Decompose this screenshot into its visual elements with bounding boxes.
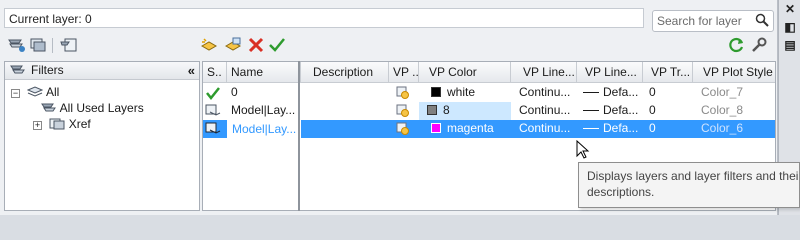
lineweight-sample [583, 128, 599, 129]
layer-name[interactable]: Model|Lay... [227, 102, 301, 120]
color-swatch [427, 105, 437, 115]
color-swatch [431, 123, 441, 133]
vp-lineweight: Defa... [603, 85, 639, 99]
collapse-toggle-icon[interactable]: − [11, 89, 20, 98]
vp-lineweight: Defa... [603, 121, 639, 135]
vp-freeze-sun-icon[interactable] [396, 104, 410, 118]
new-vp-frozen-layer-icon[interactable] [224, 37, 242, 53]
layer-description[interactable] [301, 102, 389, 120]
layer-status-icon [205, 122, 221, 134]
vp-color-name: magenta [447, 121, 494, 135]
filter-icon [10, 65, 25, 74]
current-layer-check-icon [206, 87, 220, 100]
color-swatch [431, 87, 441, 97]
expand-toggle-icon[interactable]: + [33, 121, 42, 130]
vp-color-name: 8 [443, 103, 450, 117]
vp-transparency[interactable]: 0 [643, 102, 693, 120]
new-group-filter-icon[interactable] [30, 37, 48, 53]
vp-color-cell[interactable]: 8 [419, 102, 511, 120]
filter-icon [41, 103, 56, 112]
filters-tree-pane: Filters « − All All Used Layers + Xref [4, 61, 200, 211]
column-header-vp-transparency[interactable]: VP Tr... [643, 62, 693, 83]
column-header-name[interactable]: Name [227, 62, 301, 83]
vp-linetype[interactable]: Continu... [515, 102, 577, 120]
tree-item-label: All Used Layers [59, 101, 144, 115]
vp-color-name: white [447, 85, 476, 99]
layers-stack-icon [27, 86, 44, 97]
layer-description[interactable] [301, 84, 389, 102]
layer-states-manager-icon[interactable] [60, 37, 78, 53]
vp-lineweight-cell[interactable]: Defa... [577, 102, 643, 120]
tooltip-line-2: descriptions. [587, 185, 655, 199]
column-splitter[interactable] [298, 61, 300, 211]
vp-freeze-sun-icon[interactable] [396, 86, 410, 100]
column-header-vp-lineweight[interactable]: VP Line... [577, 62, 643, 83]
refresh-icon[interactable] [728, 37, 746, 53]
tooltip: Displays layers and layer filters and th… [578, 162, 800, 208]
vp-linetype[interactable]: Continu... [515, 84, 577, 102]
close-icon[interactable]: ✕ [783, 2, 797, 16]
vp-transparency[interactable]: 0 [643, 120, 693, 138]
tree-item-all-used-layers[interactable]: All Used Layers [41, 100, 144, 116]
filters-title: Filters [31, 63, 64, 77]
set-current-icon[interactable] [268, 37, 286, 53]
settings-wrench-icon[interactable] [750, 37, 768, 53]
tree-item-all[interactable]: − All [11, 84, 59, 100]
vp-freeze-sun-icon[interactable] [396, 122, 410, 136]
tree-item-label: Xref [68, 117, 91, 131]
vp-color-cell[interactable]: white [427, 84, 511, 102]
filters-header: Filters « [5, 62, 199, 80]
toolbar-divider [52, 38, 53, 53]
vp-lineweight-cell[interactable]: Defa... [577, 120, 643, 138]
layer-status-icon [205, 104, 221, 116]
vp-lineweight-cell[interactable]: Defa... [577, 84, 643, 102]
table-row[interactable]: Model|Lay... 8 Continu... Defa... 0 Colo… [203, 102, 775, 120]
column-header-vp-color[interactable]: VP Color [419, 62, 511, 83]
column-header-vp-linetype[interactable]: VP Line... [511, 62, 577, 83]
vp-color-cell[interactable]: magenta [427, 120, 511, 138]
layer-name[interactable]: Model|Lay... [227, 120, 301, 138]
column-header-vp-plot-style[interactable]: VP Plot Style [693, 62, 775, 83]
column-header-description[interactable]: Description [301, 62, 389, 83]
auto-hide-icon[interactable]: ◧ [783, 20, 797, 34]
column-header-vp-freeze[interactable]: VP ... [389, 62, 419, 83]
current-layer-display: Current layer: 0 [4, 8, 644, 28]
mouse-pointer-icon [576, 140, 590, 159]
toolbar [0, 35, 778, 57]
collapse-chevron-icon[interactable]: « [188, 62, 195, 79]
layer-description[interactable] [301, 120, 389, 138]
vp-lineweight: Defa... [603, 103, 639, 117]
table-row[interactable]: 0 white Continu... Defa... 0 Color_7 [203, 84, 775, 102]
search-placeholder: Search for layer [657, 14, 742, 28]
table-row-selected[interactable]: Model|Lay... magenta Continu... Defa... … [203, 120, 775, 138]
xref-icon [49, 118, 65, 130]
search-icon[interactable] [755, 13, 769, 27]
tree-item-label: All [46, 85, 60, 99]
properties-menu-icon[interactable]: ▤ [783, 38, 797, 52]
vp-plot-style: Color_7 [701, 85, 744, 99]
vp-plot-style: Color_6 [701, 121, 744, 135]
lineweight-sample [583, 110, 599, 111]
tree-item-xref[interactable]: + Xref [33, 116, 91, 132]
layer-name[interactable]: 0 [227, 84, 301, 102]
tooltip-line-1: Displays layers and layer filters and th… [587, 169, 800, 183]
new-layer-icon[interactable] [200, 37, 218, 53]
column-header-status[interactable]: S.. [203, 62, 227, 83]
vp-linetype[interactable]: Continu... [515, 120, 577, 138]
header-bar: Current layer: 0 Search for layer [0, 6, 778, 32]
vp-plot-style: Color_8 [701, 103, 744, 117]
delete-layer-icon[interactable] [247, 37, 265, 53]
new-property-filter-icon[interactable] [8, 37, 26, 53]
lineweight-sample [583, 92, 599, 93]
vp-transparency[interactable]: 0 [643, 84, 693, 102]
search-input[interactable]: Search for layer [652, 10, 774, 32]
